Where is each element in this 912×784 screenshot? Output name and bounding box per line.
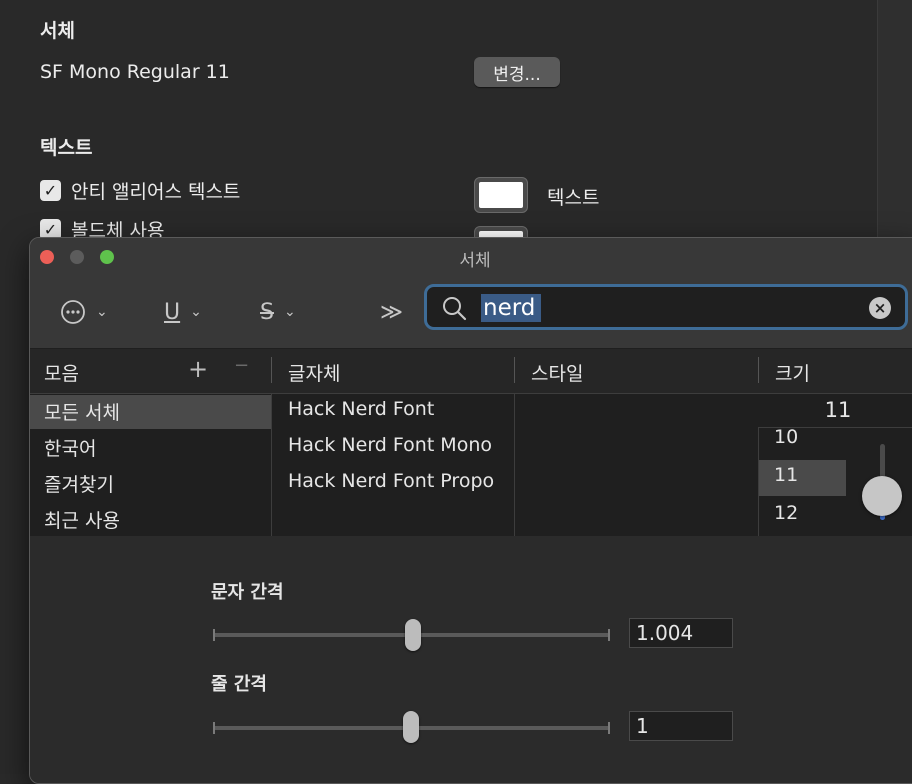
list-divider	[271, 394, 272, 536]
change-font-button[interactable]: 변경...	[474, 57, 560, 87]
chevron-down-icon: ⌄	[283, 304, 296, 320]
spacing-section: 문자 간격 1.004 줄 간격 1	[30, 536, 912, 783]
font-lists: 모든 서체 한국어 즐겨찾기 최근 사용 Hack Nerd Font Hack…	[30, 394, 912, 536]
antialias-label: 안티 앨리어스 텍스트	[71, 181, 241, 203]
underline-icon: U	[164, 299, 181, 325]
column-divider[interactable]	[271, 357, 272, 383]
chevron-down-icon: ⌄	[190, 304, 202, 320]
size-option-11[interactable]: 11	[774, 464, 798, 486]
collection-all-fonts[interactable]: 모든 서체	[44, 398, 120, 425]
add-collection-button[interactable]: +	[188, 355, 208, 383]
chevron-down-icon: ⌄	[96, 304, 108, 320]
character-spacing-label: 문자 간격	[211, 582, 284, 603]
search-field[interactable]: ×	[424, 284, 908, 330]
search-input[interactable]	[481, 294, 541, 322]
font-panel-window: 서체 ⌄ U ⌄ S ⌄ ≫ ×	[29, 237, 912, 784]
column-divider[interactable]	[514, 357, 515, 383]
ellipsis-circle-icon	[61, 300, 85, 324]
title-bar[interactable]: 서체	[30, 238, 912, 276]
text-color-label: 텍스트	[547, 187, 600, 209]
clear-search-icon[interactable]: ×	[869, 297, 891, 319]
line-spacing-label: 줄 간격	[211, 674, 267, 695]
strikethrough-icon: S	[260, 299, 274, 325]
font-value: SF Mono Regular 11	[40, 61, 230, 83]
collection-korean[interactable]: 한국어	[44, 434, 96, 461]
line-spacing-thumb[interactable]	[403, 711, 419, 743]
toolbar-overflow-button[interactable]: ≫	[380, 296, 403, 328]
size-header: 크기	[775, 363, 810, 385]
size-current-value: 11	[824, 398, 852, 422]
window-title: 서체	[459, 251, 491, 271]
size-slider-thumb[interactable]	[862, 476, 902, 516]
collections-header: 모음	[44, 363, 79, 385]
character-spacing-field[interactable]: 1.004	[629, 618, 733, 648]
collection-favorites[interactable]: 즐겨찾기	[44, 470, 114, 497]
family-hack-nerd-font-propo[interactable]: Hack Nerd Font Propo	[288, 470, 502, 492]
column-headers: 모음 + − 글자체 스타일 크기	[30, 349, 912, 394]
slider-tick	[213, 629, 215, 641]
remove-collection-button[interactable]: −	[234, 355, 249, 376]
antialias-checkbox[interactable]: ✓	[40, 180, 61, 201]
slider-tick	[213, 722, 215, 734]
toolbar: ⌄ U ⌄ S ⌄ ≫ ×	[30, 276, 912, 349]
list-divider	[514, 394, 515, 536]
search-icon	[443, 297, 467, 321]
slider-tick	[608, 722, 610, 734]
strikethrough-menu-button[interactable]: S ⌄	[260, 296, 296, 328]
font-section-title: 서체	[40, 20, 75, 42]
size-selected-bg	[759, 460, 846, 496]
size-option-10[interactable]: 10	[774, 426, 798, 448]
actions-menu-button[interactable]: ⌄	[60, 296, 108, 328]
size-field[interactable]: 11	[758, 394, 912, 428]
text-color-fill	[479, 182, 523, 208]
character-spacing-thumb[interactable]	[405, 619, 421, 651]
family-hack-nerd-font-mono[interactable]: Hack Nerd Font Mono	[288, 434, 502, 456]
column-divider[interactable]	[758, 357, 759, 383]
slider-tick	[608, 629, 610, 641]
double-chevron-right-icon: ≫	[380, 299, 404, 325]
collection-recent[interactable]: 최근 사용	[44, 506, 120, 533]
underline-menu-button[interactable]: U ⌄	[164, 296, 202, 328]
family-hack-nerd-font[interactable]: Hack Nerd Font	[288, 398, 502, 420]
size-option-12[interactable]: 12	[774, 502, 798, 524]
text-section-title: 텍스트	[40, 137, 93, 159]
family-header: 글자체	[288, 363, 341, 385]
text-color-swatch[interactable]	[474, 177, 528, 213]
line-spacing-field[interactable]: 1	[629, 711, 733, 741]
style-header: 스타일	[531, 363, 584, 385]
